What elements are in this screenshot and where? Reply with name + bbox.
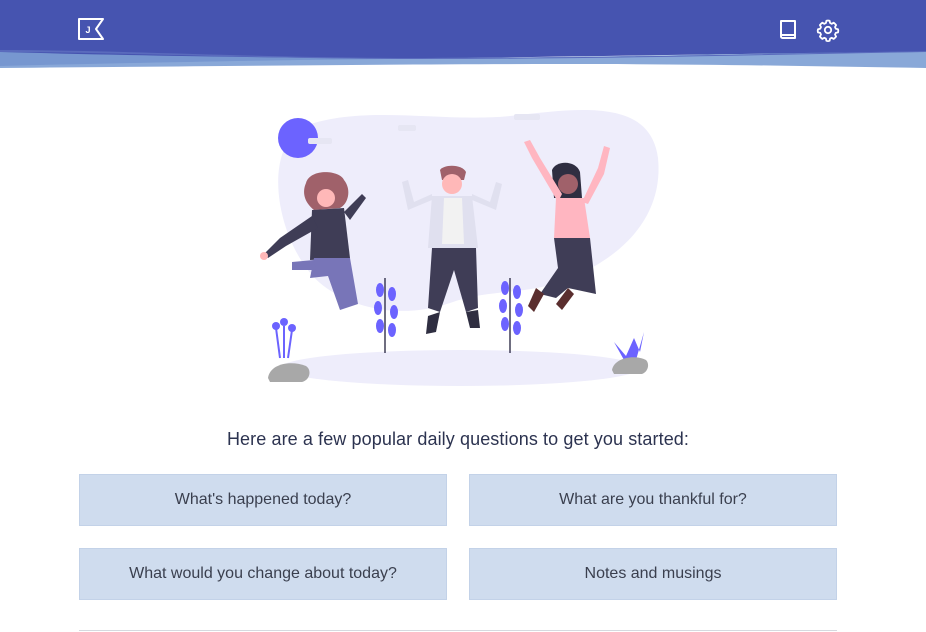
gear-icon[interactable] <box>816 18 840 42</box>
question-button-notes-and-musings[interactable]: Notes and musings <box>469 548 837 600</box>
book-icon[interactable] <box>777 18 799 42</box>
flower-plant <box>272 318 296 359</box>
people-jumping-illustration <box>240 98 680 398</box>
journal-logo-icon[interactable]: J <box>77 17 105 41</box>
question-button-happened-today[interactable]: What's happened today? <box>79 474 447 526</box>
question-label: What's happened today? <box>174 491 352 508</box>
question-button-thankful-for[interactable]: What are you thankful for? <box>469 474 837 526</box>
rock-left <box>268 363 310 382</box>
question-button-change-about-today[interactable]: What would you change about today? <box>79 548 447 600</box>
question-label: Notes and musings <box>584 565 722 582</box>
bottom-divider <box>79 630 837 631</box>
svg-text:J: J <box>85 25 90 35</box>
question-label: What would you change about today? <box>129 565 397 582</box>
prompt-heading: Here are a few popular daily questions t… <box>226 429 690 449</box>
question-label: What are you thankful for? <box>559 491 747 508</box>
